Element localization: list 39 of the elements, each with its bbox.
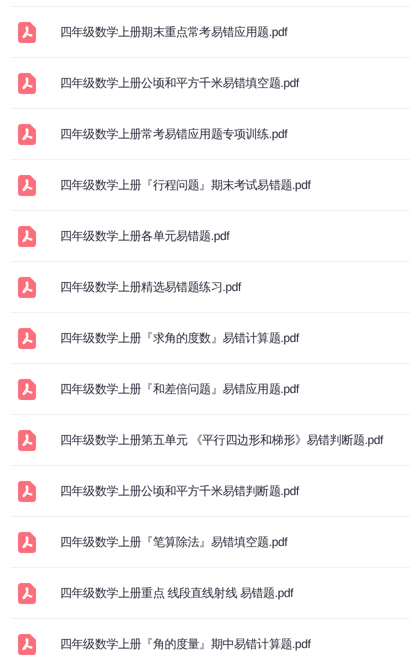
- file-name: 四年级数学上册『角的度量』期中易错计算题.pdf: [60, 636, 310, 653]
- file-name: 四年级数学上册『和差倍问题』易错应用题.pdf: [60, 381, 299, 398]
- file-name: 四年级数学上册『笔算除法』易错填空题.pdf: [60, 534, 288, 551]
- pdf-file-icon: [18, 430, 36, 450]
- file-name: 四年级数学上册『行程问题』期末考试易错题.pdf: [60, 177, 310, 194]
- pdf-file-icon: [18, 480, 36, 502]
- file-name: 四年级数学上册精选易错题练习.pdf: [60, 279, 241, 296]
- file-row[interactable]: 四年级数学上册公顷和平方千米易错填空题.pdf: [11, 57, 410, 108]
- file-row[interactable]: 四年级数学上册『和差倍问题』易错应用题.pdf: [11, 363, 410, 414]
- pdf-file-icon: [18, 22, 36, 42]
- pdf-file-icon: [18, 634, 36, 654]
- file-row[interactable]: 四年级数学上册精选易错题练习.pdf: [11, 261, 410, 312]
- file-row[interactable]: 四年级数学上册『角的度量』期中易错计算题.pdf: [11, 618, 410, 668]
- pdf-file-icon: [18, 328, 36, 348]
- file-name: 四年级数学上册期末重点常考易错应用题.pdf: [60, 24, 288, 41]
- pdf-file-icon: [18, 378, 36, 400]
- file-row[interactable]: 四年级数学上册『笔算除法』易错填空题.pdf: [11, 516, 410, 567]
- pdf-file-icon: [18, 124, 36, 144]
- file-name: 四年级数学上册第五单元 《平行四边形和梯形》易错判断题.pdf: [60, 432, 383, 449]
- pdf-file-icon: [18, 582, 36, 604]
- file-name: 四年级数学上册重点 线段直线射线 易错题.pdf: [60, 585, 294, 602]
- file-name: 四年级数学上册公顷和平方千米易错填空题.pdf: [60, 75, 299, 92]
- file-row[interactable]: 四年级数学上册常考易错应用题专项训练.pdf: [11, 108, 410, 159]
- file-row[interactable]: 四年级数学上册各单元易错题.pdf: [11, 210, 410, 261]
- file-row[interactable]: 四年级数学上册『行程问题』期末考试易错题.pdf: [11, 159, 410, 210]
- file-row[interactable]: 四年级数学上册『求角的度数』易错计算题.pdf: [11, 312, 410, 363]
- file-name: 四年级数学上册『求角的度数』易错计算题.pdf: [60, 330, 299, 347]
- file-name: 四年级数学上册各单元易错题.pdf: [60, 228, 230, 245]
- file-name: 四年级数学上册常考易错应用题专项训练.pdf: [60, 126, 288, 143]
- file-name: 四年级数学上册公顷和平方千米易错判断题.pdf: [60, 483, 299, 500]
- file-row[interactable]: 四年级数学上册公顷和平方千米易错判断题.pdf: [11, 465, 410, 516]
- pdf-file-icon: [18, 276, 36, 298]
- pdf-file-icon: [18, 174, 36, 196]
- file-row[interactable]: 四年级数学上册期末重点常考易错应用题.pdf: [11, 6, 410, 57]
- pdf-file-icon: [18, 226, 36, 246]
- file-row[interactable]: 四年级数学上册第五单元 《平行四边形和梯形》易错判断题.pdf: [11, 414, 410, 465]
- pdf-file-icon: [18, 532, 36, 552]
- file-row[interactable]: 四年级数学上册重点 线段直线射线 易错题.pdf: [11, 567, 410, 618]
- pdf-file-icon: [18, 72, 36, 94]
